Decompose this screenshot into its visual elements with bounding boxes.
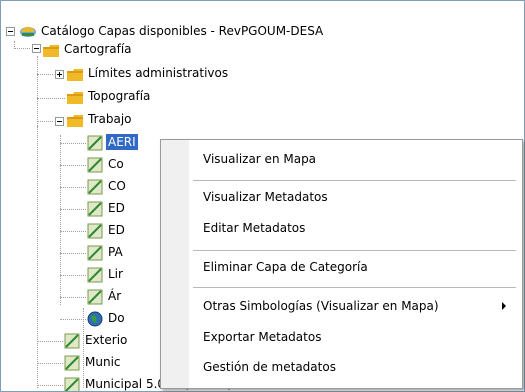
tree-layer-item[interactable]: Do — [106, 310, 127, 326]
layer-icon — [87, 179, 103, 195]
submenu-arrow-icon — [502, 302, 506, 310]
tree-layer-item[interactable]: ED — [106, 222, 127, 238]
menu-item-label: Otras Simbologías (Visualizar en Mapa) — [203, 299, 439, 313]
tree-layer-item[interactable]: CO — [106, 178, 128, 194]
collapse-root-toggle[interactable] — [6, 27, 15, 36]
menu-separator — [193, 180, 516, 181]
tree-layer-item[interactable]: PA — [106, 244, 125, 260]
menu-item-editar-metadatos[interactable]: Editar Metadatos — [190, 213, 520, 243]
tree-node-topografia[interactable]: Topografía — [86, 88, 152, 104]
collapse-cartografia-toggle[interactable] — [32, 44, 41, 53]
tree-node-munic[interactable]: Munic — [83, 354, 123, 370]
layer-icon — [87, 267, 103, 283]
collapse-trabajo-toggle[interactable] — [55, 117, 64, 126]
tree-node-trabajo[interactable]: Trabajo — [86, 111, 134, 127]
menu-item-otras-simbologias[interactable]: Otras Simbologías (Visualizar en Mapa) — [190, 291, 520, 321]
tree-layer-item[interactable]: Co — [106, 156, 126, 172]
menu-item-gestion-metadatos[interactable]: Gestión de metadatos — [190, 352, 520, 382]
tree-node-root[interactable]: Catálogo Capas disponibles - RevPGOUM-DE… — [39, 23, 325, 39]
layer-icon — [87, 135, 103, 151]
tree-node-limites[interactable]: Límites administrativos — [86, 65, 230, 81]
tree-node-exterior[interactable]: Exterio — [83, 332, 129, 348]
folder-icon — [67, 115, 83, 127]
folder-icon — [67, 69, 83, 81]
menu-item-eliminar-capa[interactable]: Eliminar Capa de Categoría — [190, 252, 520, 282]
layer-icon — [64, 377, 80, 391]
folder-icon — [67, 92, 83, 104]
menu-item-exportar-metadatos[interactable]: Exportar Metadatos — [190, 322, 520, 352]
layer-icon — [87, 245, 103, 261]
menu-item-visualizar-metadatos[interactable]: Visualizar Metadatos — [190, 182, 520, 212]
layer-icon — [87, 223, 103, 239]
globe-icon — [87, 311, 103, 327]
tree-layer-item-selected[interactable]: AERI — [106, 134, 138, 150]
layer-icon — [87, 201, 103, 217]
tree-layer-item[interactable]: ED — [106, 200, 127, 216]
tree-node-cartografia[interactable]: Cartografía — [62, 41, 134, 57]
menu-separator — [193, 250, 516, 251]
layer-icon — [64, 333, 80, 349]
tree-layer-item[interactable]: Ár — [106, 288, 123, 304]
layer-icon — [64, 355, 80, 371]
tree-layer-item[interactable]: Lir — [106, 266, 125, 282]
folder-icon — [43, 45, 59, 57]
context-menu: Visualizar en Mapa Visualizar Metadatos … — [160, 139, 523, 389]
menu-item-visualizar-mapa[interactable]: Visualizar en Mapa — [190, 144, 520, 174]
layer-icon — [87, 157, 103, 173]
expand-limites-toggle[interactable] — [55, 70, 64, 79]
menu-separator — [193, 287, 516, 288]
catalog-root-icon — [20, 26, 36, 37]
menu-icon-gutter — [161, 140, 189, 388]
layer-icon — [87, 289, 103, 305]
